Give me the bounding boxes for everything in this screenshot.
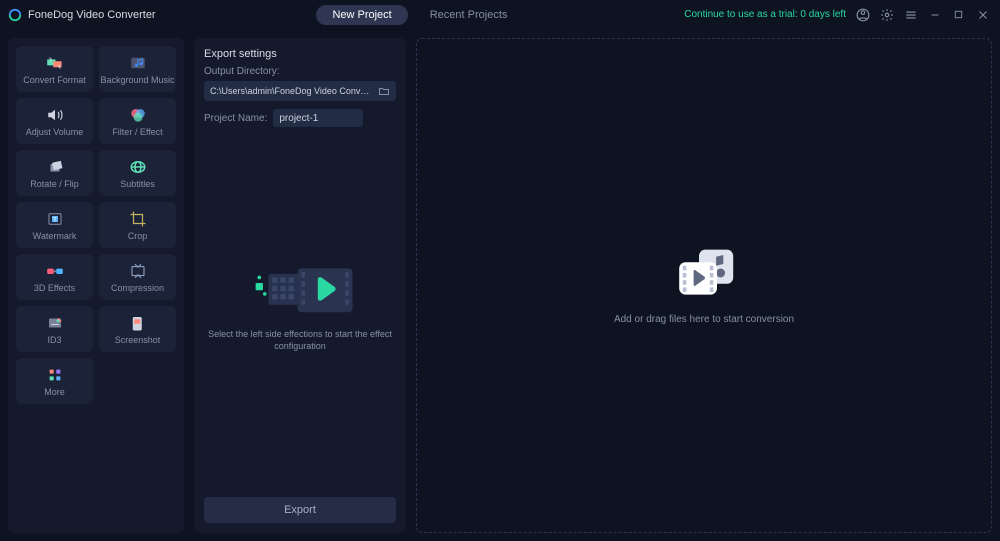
svg-text:T: T [53,217,57,223]
sidebar-item-convert-format[interactable]: Convert Format [16,46,93,92]
sidebar-item-watermark[interactable]: T Watermark [16,202,93,248]
trial-status[interactable]: Continue to use as a trial: 0 days left [684,9,846,20]
title-bar-right: Continue to use as a trial: 0 days left [684,8,990,22]
sidebar-item-compression[interactable]: Compression [99,254,176,300]
filter-icon [129,106,147,124]
more-icon [46,366,64,384]
settings-hint-text: Select the left side effections to start… [194,329,406,352]
browse-folder-icon[interactable] [378,85,390,97]
title-bar: FoneDog Video Converter New Project Rece… [0,0,1000,30]
convert-icon [46,54,64,72]
sidebar-item-filter-effect[interactable]: Filter / Effect [99,98,176,144]
close-button[interactable] [976,8,990,22]
sidebar-item-screenshot[interactable]: Screenshot [99,306,176,352]
crop-icon [129,210,147,228]
brand: FoneDog Video Converter [8,8,156,22]
sidebar-item-label: Background Music [100,76,174,85]
sidebar-item-id3[interactable]: ID3 [16,306,93,352]
drop-zone[interactable]: Add or drag files here to start conversi… [416,38,992,533]
app-title: FoneDog Video Converter [28,9,156,21]
maximize-button[interactable] [952,8,966,22]
export-settings-title: Export settings [194,38,406,64]
project-name-label: Project Name: [204,113,267,124]
minimize-button[interactable] [928,8,942,22]
sidebar-item-more[interactable]: More [16,358,93,404]
drop-zone-icon [672,246,736,298]
sidebar-item-rotate-flip[interactable]: Rotate / Flip [16,150,93,196]
compression-icon [129,262,147,280]
tab-recent-projects[interactable]: Recent Projects [414,5,524,25]
sidebar-item-crop[interactable]: Crop [99,202,176,248]
sidebar-grid: Convert Format Background Music [16,46,176,404]
sidebar-item-label: Subtitles [120,180,155,189]
settings-illustration: Select the left side effections to start… [194,127,406,487]
project-name-row: Project Name: [204,109,396,127]
sidebar-item-label: More [44,388,65,397]
export-settings-panel: Export settings Output Directory: C:\Use… [194,38,406,533]
volume-icon [46,106,64,124]
output-directory-value: C:\Users\admin\FoneDog Video Converter\C… [210,86,372,96]
main-tabs: New Project Recent Projects [316,5,523,25]
export-row: Export [194,487,406,533]
sidebar-item-label: 3D Effects [34,284,75,293]
output-directory-row: C:\Users\admin\FoneDog Video Converter\C… [204,81,396,101]
watermark-icon: T [46,210,64,228]
sidebar-item-label: Rotate / Flip [30,180,79,189]
output-directory-label: Output Directory: [194,64,406,81]
rotate-icon [46,158,64,176]
3d-glasses-icon [46,262,64,280]
sidebar-item-label: Watermark [33,232,77,241]
sidebar-item-label: Adjust Volume [26,128,84,137]
gear-icon[interactable] [880,8,894,22]
effect-illustration-icon [250,261,350,319]
sidebar-item-3d-effects[interactable]: 3D Effects [16,254,93,300]
music-icon [129,54,147,72]
sidebar-item-label: Screenshot [115,336,161,345]
account-icon[interactable] [856,8,870,22]
sidebar-item-label: Convert Format [23,76,86,85]
sidebar-item-adjust-volume[interactable]: Adjust Volume [16,98,93,144]
sidebar-item-subtitles[interactable]: Subtitles [99,150,176,196]
menu-icon[interactable] [904,8,918,22]
project-name-input[interactable] [273,109,363,127]
subtitles-icon [129,158,147,176]
main-wrap: Convert Format Background Music [0,30,1000,541]
sidebar: Convert Format Background Music [8,38,184,533]
tab-new-project[interactable]: New Project [316,5,407,25]
sidebar-item-label: ID3 [47,336,61,345]
export-button[interactable]: Export [204,497,396,523]
sidebar-item-background-music[interactable]: Background Music [99,46,176,92]
sidebar-item-label: Crop [128,232,148,241]
sidebar-item-label: Filter / Effect [112,128,162,137]
sidebar-item-label: Compression [111,284,164,293]
screenshot-icon [129,314,147,332]
brand-logo-icon [8,8,22,22]
drop-zone-text: Add or drag files here to start conversi… [614,314,794,325]
id3-icon [46,314,64,332]
